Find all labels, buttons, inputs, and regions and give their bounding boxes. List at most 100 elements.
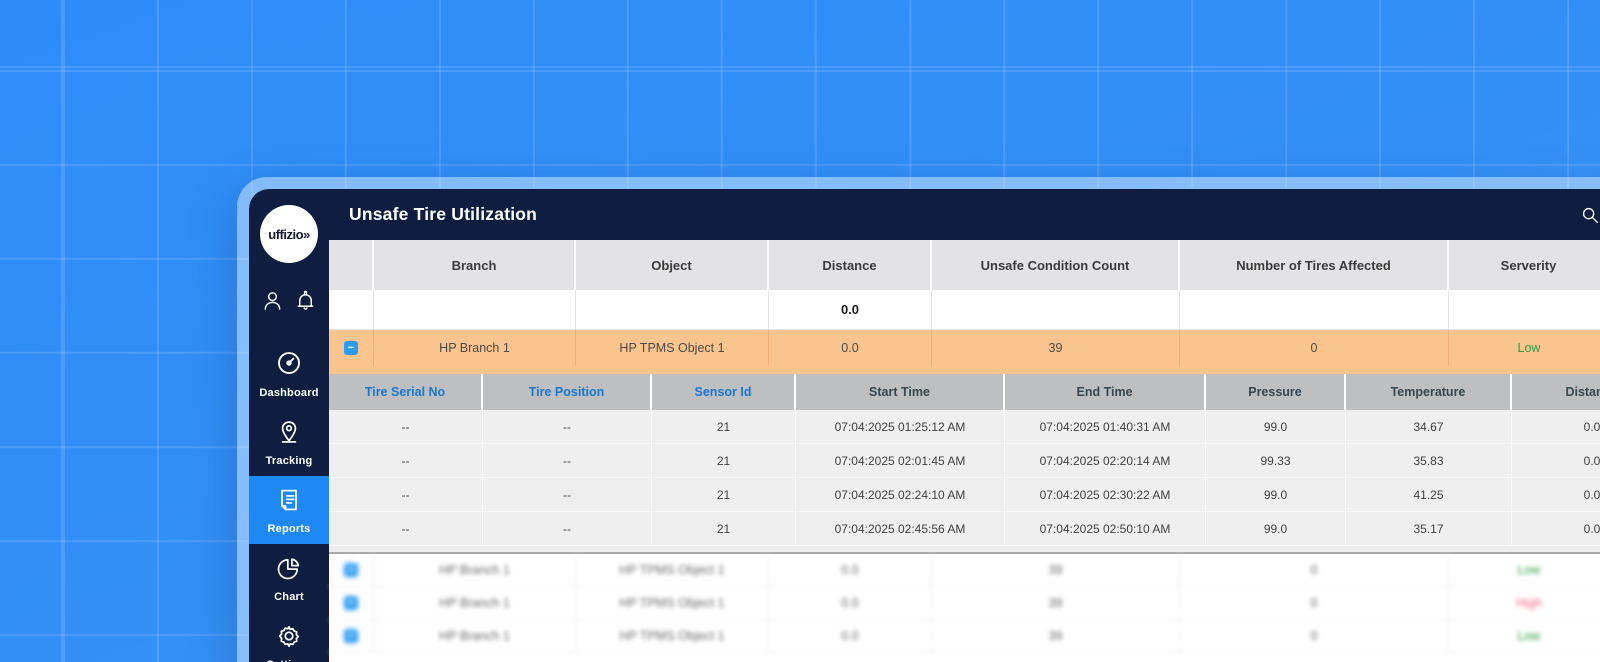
detail-col-distance[interactable]: Distance <box>1512 374 1600 410</box>
cell-start-time: 07:04:2025 02:24:10 AM <box>796 478 1005 512</box>
sidebar-item-tracking[interactable]: Tracking <box>249 408 329 476</box>
sidebar-top-icons <box>261 289 317 312</box>
bell-icon[interactable] <box>294 289 317 312</box>
col-severity[interactable]: Serverity <box>1449 240 1600 290</box>
cell-distance: 0.0 <box>769 587 932 620</box>
gear-icon <box>275 622 303 655</box>
detail-bottom-divider <box>329 546 1600 554</box>
person-icon[interactable] <box>261 289 284 312</box>
cell-tires-affected: 0 <box>1180 587 1449 620</box>
severity-badge: Low <box>1449 620 1600 653</box>
cell-object: HP TPMS Object 1 <box>576 587 769 620</box>
app-logo[interactable]: uffizio» <box>260 205 318 263</box>
cell-tire-serial: -- <box>329 444 483 478</box>
search-icon[interactable] <box>1579 204 1600 226</box>
cell-sensor-id: 21 <box>652 410 796 444</box>
cell-temperature: 41.25 <box>1346 478 1512 512</box>
expanded-row[interactable]: − HP Branch 1 HP TPMS Object 1 0.0 39 0 … <box>329 330 1600 366</box>
cell-object: HP TPMS Object 1 <box>576 554 769 587</box>
cell-sensor-id: 21 <box>652 478 796 512</box>
cell-tires-affected: 0 <box>1180 620 1449 653</box>
detail-header-row: Tire Serial No Tire Position Sensor Id S… <box>329 374 1600 410</box>
cell-object: HP TPMS Object 1 <box>576 620 769 653</box>
col-branch[interactable]: Branch <box>374 240 576 290</box>
cell-distance: 0.0 <box>769 554 932 587</box>
cell-pressure: 99.0 <box>1206 410 1346 444</box>
cell-unsafe-condition-count: 39 <box>932 554 1180 587</box>
sidebar: uffizio» Dashboard <box>249 189 329 662</box>
cell-distance: 0.0 <box>769 620 932 653</box>
col-number-of-tires-affected[interactable]: Number of Tires Affected <box>1180 240 1449 290</box>
page-title: Unsafe Tire Utilization <box>349 204 537 225</box>
cell-distance: 0.0 <box>1512 512 1600 546</box>
expand-row-button[interactable]: + <box>344 629 358 643</box>
cell-end-time: 07:04:2025 02:20:14 AM <box>1005 444 1206 478</box>
app-window-inner: uffizio» Dashboard <box>249 189 1600 662</box>
col-object[interactable]: Object <box>576 240 769 290</box>
cell-end-time: 07:04:2025 01:40:31 AM <box>1005 410 1206 444</box>
cell-tire-position: -- <box>483 444 652 478</box>
cell-branch: HP Branch 1 <box>374 330 576 366</box>
cell-sensor-id: 21 <box>652 512 796 546</box>
detail-row: -- -- 21 07:04:2025 02:01:45 AM 07:04:20… <box>329 444 1600 478</box>
cell-sensor-id: 21 <box>652 444 796 478</box>
cell-temperature: 35.17 <box>1346 512 1512 546</box>
collapse-row-button[interactable]: − <box>344 341 358 355</box>
expand-row-button[interactable]: + <box>344 596 358 610</box>
cell-distance: 0.0 <box>1512 478 1600 512</box>
detail-col-start-time[interactable]: Start Time <box>796 374 1005 410</box>
expand-row-button[interactable]: + <box>344 563 358 577</box>
app-window: uffizio» Dashboard <box>237 177 1600 662</box>
severity-badge: Low <box>1449 554 1600 587</box>
cell-start-time: 07:04:2025 02:45:56 AM <box>796 512 1005 546</box>
detail-row: -- -- 21 07:04:2025 02:24:10 AM 07:04:20… <box>329 478 1600 512</box>
cell-branch: HP Branch 1 <box>374 554 576 587</box>
cell-tires-affected: 0 <box>1180 554 1449 587</box>
sidebar-item-settings[interactable]: Settings <box>249 612 329 662</box>
cell-pressure: 99.33 <box>1206 444 1346 478</box>
col-distance[interactable]: Distance <box>769 240 932 290</box>
detail-col-tire-position[interactable]: Tire Position <box>483 374 652 410</box>
col-unsafe-condition-count[interactable]: Unsafe Condition Count <box>932 240 1180 290</box>
cell-distance: 0.0 <box>1512 410 1600 444</box>
cell-branch: HP Branch 1 <box>374 620 576 653</box>
cell-end-time: 07:04:2025 02:50:10 AM <box>1005 512 1206 546</box>
summary-row: 0.0 <box>329 290 1600 330</box>
cell-branch: HP Branch 1 <box>374 587 576 620</box>
detail-row: -- -- 21 07:04:2025 01:25:12 AM 07:04:20… <box>329 410 1600 444</box>
cell-distance: 0.0 <box>1512 444 1600 478</box>
detail-col-tire-serial-no[interactable]: Tire Serial No <box>329 374 483 410</box>
detail-col-temperature[interactable]: Temperature <box>1346 374 1512 410</box>
cell-pressure: 99.0 <box>1206 478 1346 512</box>
cell-unsafe-condition-count: 39 <box>932 330 1180 366</box>
map-pin-icon <box>275 418 303 451</box>
cell-tire-serial: -- <box>329 512 483 546</box>
report-table: Branch Object Distance Unsafe Condition … <box>329 240 1600 662</box>
pie-chart-icon <box>275 554 303 587</box>
sidebar-item-chart[interactable]: Chart <box>249 544 329 612</box>
cell-tire-position: -- <box>483 512 652 546</box>
cell-tire-serial: -- <box>329 478 483 512</box>
sidebar-item-dashboard[interactable]: Dashboard <box>249 338 329 408</box>
sidebar-item-label: Dashboard <box>259 387 318 399</box>
detail-col-sensor-id[interactable]: Sensor Id <box>652 374 796 410</box>
main-area: Unsafe Tire Utilization <box>329 189 1600 662</box>
detail-col-pressure[interactable]: Pressure <box>1206 374 1346 410</box>
severity-badge: High <box>1449 587 1600 620</box>
cell-start-time: 07:04:2025 02:01:45 AM <box>796 444 1005 478</box>
detail-col-end-time[interactable]: End Time <box>1005 374 1206 410</box>
sidebar-item-label: Tracking <box>266 455 313 467</box>
collapsed-row[interactable]: + HP Branch 1 HP TPMS Object 1 0.0 39 0 … <box>329 587 1600 620</box>
sidebar-item-label: Reports <box>268 523 311 535</box>
collapsed-row[interactable]: + HP Branch 1 HP TPMS Object 1 0.0 39 0 … <box>329 554 1600 587</box>
summary-distance-total: 0.0 <box>769 290 932 330</box>
cell-tire-position: -- <box>483 478 652 512</box>
cell-tire-position: -- <box>483 410 652 444</box>
sidebar-item-reports[interactable]: Reports <box>249 476 329 544</box>
sidebar-nav: Dashboard Tracking Reports <box>249 338 329 662</box>
speedometer-icon <box>274 348 304 383</box>
detail-row: -- -- 21 07:04:2025 02:45:56 AM 07:04:20… <box>329 512 1600 546</box>
app-logo-text: uffizio» <box>268 227 310 242</box>
severity-badge: Low <box>1449 330 1600 366</box>
collapsed-row[interactable]: + HP Branch 1 HP TPMS Object 1 0.0 39 0 … <box>329 620 1600 653</box>
